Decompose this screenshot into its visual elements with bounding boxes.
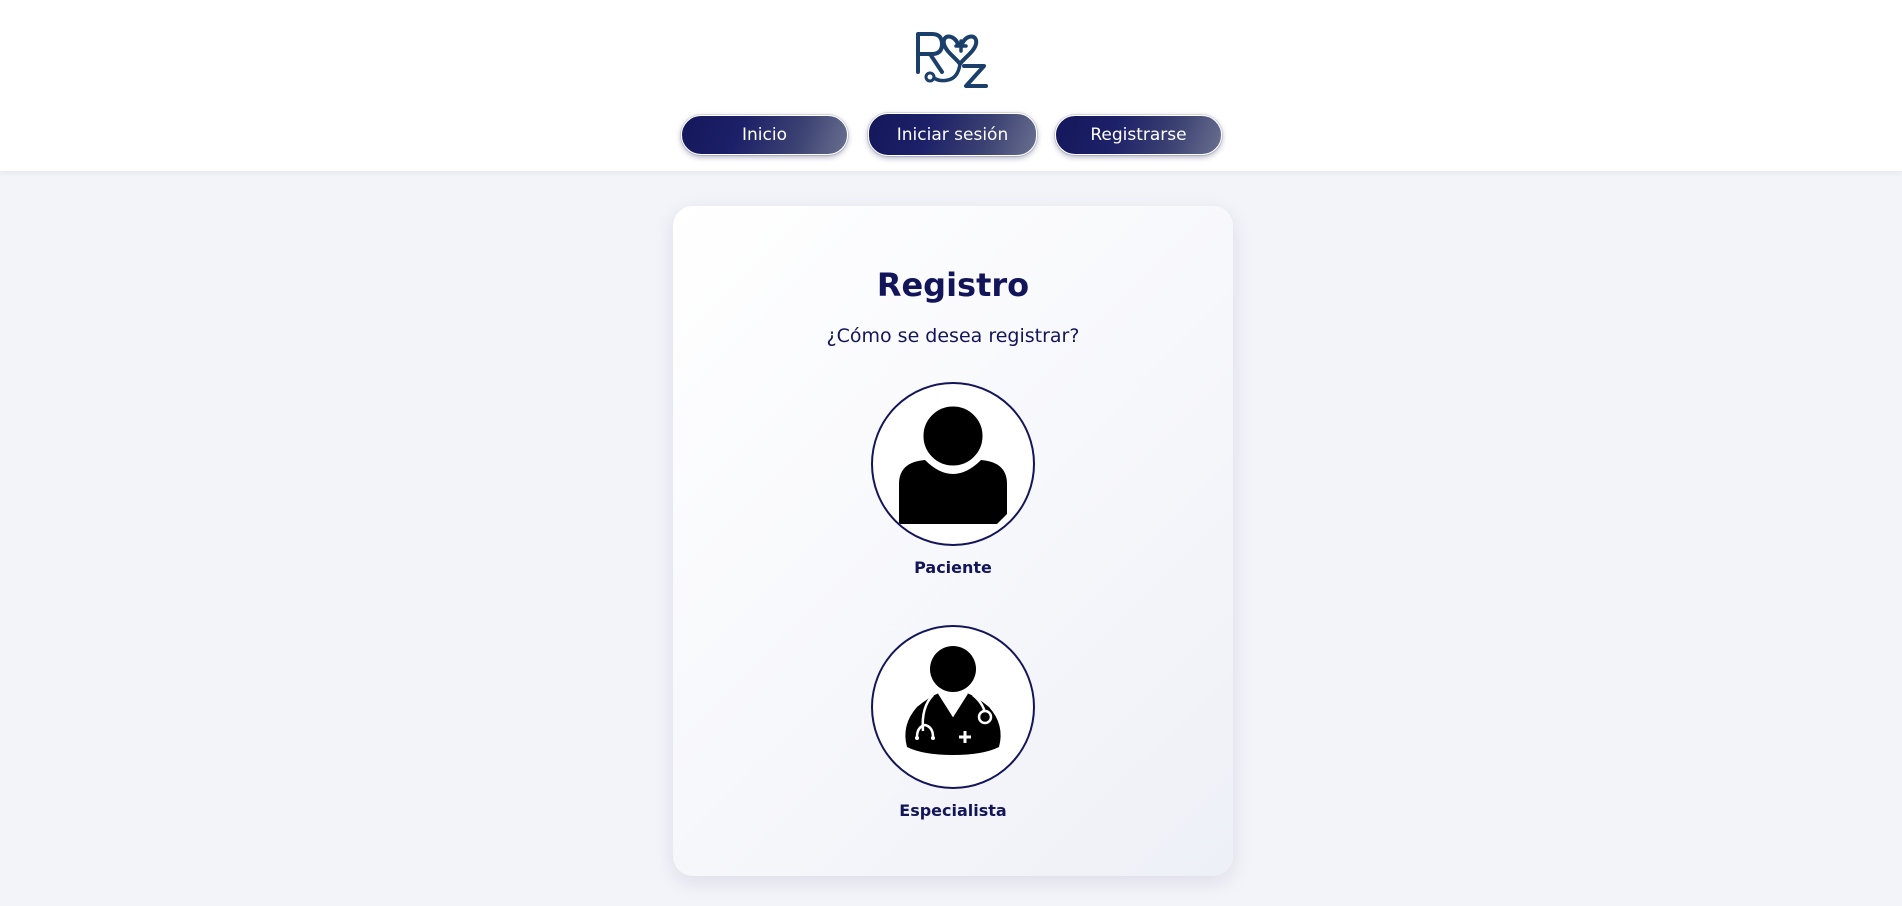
site-header: Inicio Iniciar sesión Registrarse xyxy=(0,0,1902,171)
patient-user-icon xyxy=(899,403,1007,524)
register-button[interactable]: Registrarse xyxy=(1055,115,1222,155)
main-nav: Inicio Iniciar sesión Registrarse xyxy=(0,113,1902,157)
register-question: ¿Cómo se desea registrar? xyxy=(826,325,1080,347)
register-card: Registro ¿Cómo se desea registrar? Pacie… xyxy=(673,206,1233,876)
doctor-specialist-icon xyxy=(905,646,1001,755)
patient-label: Paciente xyxy=(914,558,992,577)
login-button[interactable]: Iniciar sesión xyxy=(868,113,1037,156)
specialist-option[interactable]: Especialista xyxy=(871,625,1035,820)
rz-logo-icon[interactable] xyxy=(914,28,990,92)
specialist-label: Especialista xyxy=(899,801,1007,820)
patient-option[interactable]: Paciente xyxy=(871,382,1035,577)
patient-avatar[interactable] xyxy=(871,382,1035,546)
specialist-avatar[interactable] xyxy=(871,625,1035,789)
home-button[interactable]: Inicio xyxy=(681,115,848,155)
page-title: Registro xyxy=(876,266,1030,304)
